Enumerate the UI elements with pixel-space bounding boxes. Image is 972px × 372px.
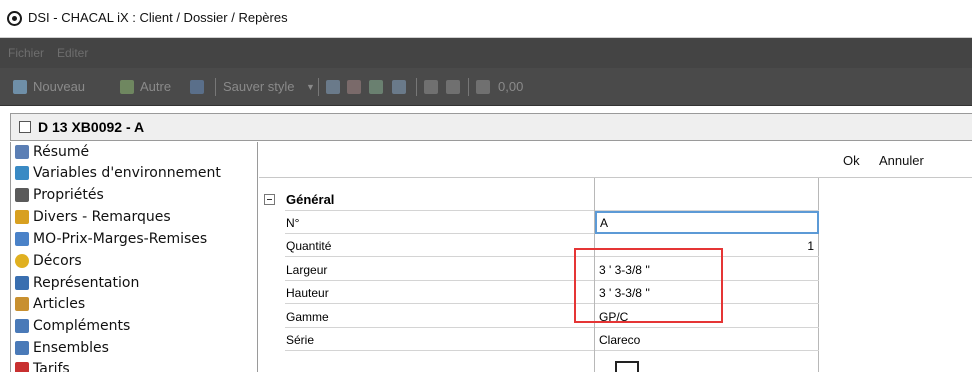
document-icon[interactable]	[424, 80, 438, 94]
sidebar-item-resume[interactable]: Résumé	[11, 142, 257, 163]
series-input[interactable]: Clareco	[595, 328, 819, 351]
collapse-icon[interactable]	[264, 194, 275, 205]
title-bar: DSI - CHACAL iX : Client / Dossier / Rep…	[0, 0, 972, 38]
sidebar-item-label: Propriétés	[33, 187, 104, 203]
articles-icon	[15, 297, 29, 311]
sidebar-item-articles[interactable]: Articles	[11, 294, 257, 315]
sidebar-item-label: Décors	[33, 253, 82, 269]
sidebar-item-label: Résumé	[33, 144, 90, 160]
other-icon	[120, 80, 134, 94]
cancel-button[interactable]: Annuler	[879, 153, 924, 168]
properties-panel: Ok Annuler Général N° A Quantité 1 Large…	[259, 142, 972, 372]
toolbar-separator	[215, 78, 216, 96]
property-name: Hauteur	[285, 281, 594, 304]
toolbar-separator	[416, 78, 417, 96]
total-value: 0,00	[498, 79, 524, 94]
complements-icon	[15, 319, 29, 333]
properties-icon	[15, 188, 29, 202]
quantity-input[interactable]: 1	[595, 234, 819, 257]
document-title: D 13 XB0092 - A	[38, 119, 145, 135]
action-strip: Ok Annuler	[259, 142, 972, 178]
sidebar-item-assemblies[interactable]: Ensembles	[11, 338, 257, 359]
sidebar-item-pricing[interactable]: MO-Prix-Marges-Remises	[11, 229, 257, 250]
undo-icon[interactable]	[392, 80, 406, 94]
document-checkbox[interactable]	[19, 121, 31, 133]
numero-input[interactable]: A	[595, 211, 819, 234]
sidebar-item-label: Représentation	[33, 275, 140, 291]
sidebar-item-label: Compléments	[33, 318, 131, 334]
property-row-serie: Série Clareco	[259, 328, 819, 351]
sidebar-item-decors[interactable]: Décors	[11, 251, 257, 272]
toolbar-separator	[318, 78, 319, 96]
window-title: DSI - CHACAL iX : Client / Dossier / Rep…	[28, 10, 288, 25]
group-value-cell	[595, 188, 819, 211]
menu-bar: Fichier Editer	[0, 38, 972, 68]
sidebar-item-environment[interactable]: Variables d'environnement	[11, 163, 257, 184]
delete-icon[interactable]	[347, 80, 361, 94]
sidebar-item-label: MO-Prix-Marges-Remises	[33, 231, 208, 247]
copy-icon[interactable]	[326, 80, 340, 94]
sidebar-item-label: Tarifs	[33, 361, 70, 372]
new-icon	[13, 80, 27, 94]
menu-fichier[interactable]: Fichier	[8, 46, 44, 60]
sidebar-item-properties[interactable]: Propriétés	[11, 185, 257, 206]
environment-icon	[15, 166, 29, 180]
save-style-button[interactable]: Sauver style	[223, 79, 295, 94]
property-grid: Général N° A Quantité 1 Largeur 3 ' 3-3/…	[259, 178, 819, 372]
width-input[interactable]: 3 ' 3-3/8 ''	[595, 258, 819, 281]
notes-icon	[15, 210, 29, 224]
menu-editer[interactable]: Editer	[57, 46, 88, 60]
sidebar-item-label: Divers - Remarques	[33, 209, 171, 225]
summary-icon	[15, 145, 29, 159]
property-row-gamme: Gamme GP/C	[259, 305, 819, 328]
group-label: Général	[285, 188, 594, 211]
sidebar-item-representation[interactable]: Représentation	[11, 273, 257, 294]
sidebar-item-label: Ensembles	[33, 340, 109, 356]
window-shape-icon	[615, 361, 639, 372]
app-logo-icon	[7, 11, 22, 26]
new-button[interactable]: Nouveau	[33, 79, 85, 94]
edit-icon[interactable]	[369, 80, 383, 94]
sidebar-item-notes[interactable]: Divers - Remarques	[11, 207, 257, 228]
chevron-down-icon[interactable]: ▼	[306, 82, 315, 92]
group-row-general: Général	[259, 188, 819, 211]
total-icon	[476, 80, 490, 94]
property-name: Série	[285, 328, 594, 351]
sidebar-item-label: Variables d'environnement	[33, 165, 221, 181]
decor-icon	[15, 254, 29, 268]
tariffs-icon	[15, 362, 29, 372]
property-row-hauteur: Hauteur 3 ' 3-3/8 ''	[259, 281, 819, 304]
drawing-icon	[15, 276, 29, 290]
property-row-quantite: Quantité 1	[259, 234, 819, 257]
range-input[interactable]: GP/C	[595, 305, 819, 328]
toolbar-separator	[468, 78, 469, 96]
assembly-icon	[15, 341, 29, 355]
toolbar: Nouveau Autre Sauver style ▼ 0,00	[0, 68, 972, 106]
property-name: Largeur	[285, 258, 594, 281]
save-icon[interactable]	[190, 80, 204, 94]
price-icon	[15, 232, 29, 246]
property-row-largeur: Largeur 3 ' 3-3/8 ''	[259, 258, 819, 281]
document-header: D 13 XB0092 - A	[10, 113, 972, 141]
other-button[interactable]: Autre	[140, 79, 171, 94]
sidebar-item-complements[interactable]: Compléments	[11, 316, 257, 337]
sidebar-item-label: Articles	[33, 296, 86, 312]
sidebar-nav: Résumé Variables d'environnement Proprié…	[10, 142, 258, 372]
ok-button[interactable]: Ok	[843, 153, 860, 168]
height-input[interactable]: 3 ' 3-3/8 ''	[595, 281, 819, 304]
property-name: N°	[285, 211, 594, 234]
sidebar-item-tariffs[interactable]: Tarifs	[11, 359, 257, 372]
property-row-numero: N° A	[259, 211, 819, 234]
calculator-icon[interactable]	[446, 80, 460, 94]
property-name: Quantité	[285, 234, 594, 257]
property-name: Gamme	[285, 305, 594, 328]
